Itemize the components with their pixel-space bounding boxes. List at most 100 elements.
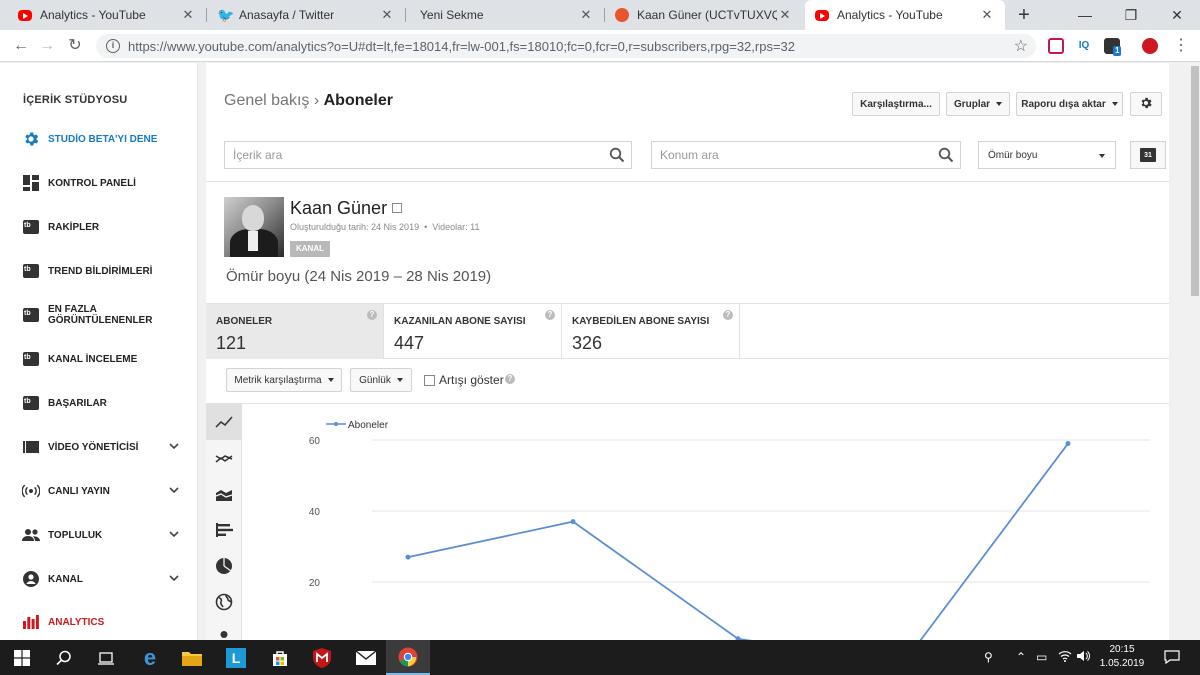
help-icon[interactable]: ? bbox=[367, 310, 377, 320]
bar-chart-icon bbox=[22, 613, 40, 631]
browser-tab[interactable]: Analytics - YouTube ✕ bbox=[8, 0, 206, 30]
help-icon[interactable]: ? bbox=[545, 310, 555, 320]
lightshot-icon[interactable]: L bbox=[214, 640, 258, 675]
close-window-button[interactable]: ✕ bbox=[1154, 0, 1200, 30]
chevron-down-icon[interactable] bbox=[169, 574, 183, 585]
volume-icon[interactable] bbox=[1076, 650, 1090, 665]
person-icon[interactable] bbox=[206, 620, 242, 640]
battery-icon[interactable]: ▭ bbox=[1036, 650, 1047, 664]
taskbar-clock[interactable]: 20:15 1.05.2019 bbox=[1096, 643, 1148, 671]
date-range-value: Ömür boyu bbox=[988, 149, 1038, 161]
breadcrumb-parent-link[interactable]: Genel bakış bbox=[224, 92, 309, 109]
restore-button[interactable]: ❐ bbox=[1108, 0, 1154, 30]
scrollbar-thumb[interactable] bbox=[1191, 66, 1199, 296]
extension-tubebuddy-icon[interactable] bbox=[1142, 38, 1158, 54]
y-tick-label: 20 bbox=[309, 578, 321, 589]
browser-tab[interactable]: Yeni Sekme ✕ bbox=[406, 0, 604, 30]
mail-icon[interactable] bbox=[344, 640, 388, 675]
sidebar-item-live[interactable]: CANLI YAYIN bbox=[0, 471, 197, 511]
sidebar-item-video-manager[interactable]: VİDEO YÖNETİCİSİ bbox=[0, 427, 197, 467]
show-growth-checkbox[interactable] bbox=[424, 375, 435, 386]
page-scrollbar[interactable] bbox=[1190, 63, 1200, 640]
sidebar-item-channel[interactable]: KANAL bbox=[0, 559, 197, 599]
sidebar-item-trend-alerts[interactable]: TREND BİLDİRİMLERİ bbox=[0, 251, 197, 291]
edge-browser-icon[interactable]: e bbox=[128, 640, 172, 675]
sidebar-item-label: CANLI YAYIN bbox=[48, 485, 110, 497]
channel-avatar[interactable] bbox=[224, 197, 284, 257]
back-button[interactable]: ← bbox=[10, 35, 32, 57]
chevron-down-icon[interactable] bbox=[169, 530, 183, 541]
info-icon[interactable]: i bbox=[106, 39, 120, 53]
calendar-button[interactable]: 31 bbox=[1130, 141, 1166, 169]
sidebar-item-studio-beta[interactable]: STUDİO BETA'YI DENE bbox=[0, 119, 197, 159]
browser-tab[interactable]: Kaan Güner (UCTvTUXVQNaW ✕ bbox=[605, 0, 803, 30]
multi-line-icon[interactable] bbox=[206, 440, 242, 476]
browser-tab[interactable]: 🐦 Anasayfa / Twitter ✕ bbox=[207, 0, 405, 30]
mcafee-icon[interactable] bbox=[300, 640, 344, 675]
browser-tab-active[interactable]: Analytics - YouTube ✕ bbox=[805, 0, 1005, 30]
channel-name[interactable]: Kaan Güner bbox=[290, 198, 387, 219]
search-icon[interactable] bbox=[609, 147, 625, 163]
pie-chart-icon[interactable] bbox=[206, 548, 242, 584]
tubebuddy-icon bbox=[22, 394, 40, 412]
task-view-icon[interactable] bbox=[84, 640, 128, 675]
extension-badge-icon[interactable]: 1 bbox=[1104, 38, 1122, 56]
metric-compare-dropdown[interactable]: Metrik karşılaştırma bbox=[226, 368, 342, 392]
sidebar-item-analytics[interactable]: ANALYTICS bbox=[0, 602, 197, 640]
notifications-icon[interactable] bbox=[1164, 650, 1180, 667]
date-range-select[interactable]: Ömür boyu bbox=[978, 141, 1116, 169]
calendar-icon: 31 bbox=[1140, 148, 1156, 162]
menu-icon[interactable]: ⋮ bbox=[1170, 35, 1192, 57]
people-tray-icon[interactable]: ⚲ bbox=[984, 650, 993, 664]
external-link-icon[interactable] bbox=[392, 203, 402, 213]
bookmark-star-icon[interactable]: ☆ bbox=[1014, 36, 1028, 56]
bar-chart-icon[interactable] bbox=[206, 512, 242, 548]
chevron-down-icon[interactable] bbox=[169, 486, 183, 497]
help-icon[interactable]: ? bbox=[505, 374, 515, 384]
close-icon[interactable]: ✕ bbox=[777, 7, 793, 23]
line-chart-icon[interactable] bbox=[206, 404, 242, 440]
sidebar-item-channel-review[interactable]: KANAL İNCELEME bbox=[0, 339, 197, 379]
content-search-input[interactable]: İçerik ara bbox=[224, 141, 632, 169]
close-icon[interactable]: ✕ bbox=[578, 7, 594, 23]
windows-start-icon[interactable] bbox=[0, 640, 44, 675]
settings-button[interactable] bbox=[1130, 92, 1162, 116]
channel-meta: Oluşturulduğu tarih: 24 Nis 2019 • Video… bbox=[290, 222, 479, 232]
store-icon[interactable] bbox=[258, 640, 302, 675]
search-icon[interactable] bbox=[938, 147, 954, 163]
wifi-icon[interactable] bbox=[1058, 650, 1072, 665]
minimize-button[interactable]: — bbox=[1062, 0, 1108, 30]
location-search-input[interactable]: Konum ara bbox=[651, 141, 961, 169]
globe-icon[interactable] bbox=[206, 584, 242, 620]
sidebar-item-competitors[interactable]: RAKİPLER bbox=[0, 207, 197, 247]
reload-button[interactable]: ↻ bbox=[64, 35, 86, 57]
y-tick-label: 40 bbox=[309, 507, 321, 518]
close-icon[interactable]: ✕ bbox=[379, 7, 395, 23]
show-growth-label[interactable]: Artışı göster bbox=[439, 373, 504, 387]
export-report-button[interactable]: Raporu dışa aktar bbox=[1016, 92, 1123, 116]
sidebar-item-community[interactable]: TOPLULUK bbox=[0, 515, 197, 555]
metric-tab-lost[interactable]: KAYBEDİLEN ABONE SAYISI 326 ? bbox=[562, 304, 740, 359]
groups-button[interactable]: Gruplar bbox=[946, 92, 1010, 116]
file-explorer-icon[interactable] bbox=[170, 640, 214, 675]
sidebar-item-most-viewed[interactable]: EN FAZLA GÖRÜNTÜLENENLER bbox=[0, 295, 197, 335]
sidebar-item-achievements[interactable]: BAŞARILAR bbox=[0, 383, 197, 423]
metric-tab-gained[interactable]: KAZANILAN ABONE SAYISI 447 ? bbox=[384, 304, 562, 359]
forward-button[interactable]: → bbox=[36, 35, 58, 57]
help-icon[interactable]: ? bbox=[723, 310, 733, 320]
close-icon[interactable]: ✕ bbox=[979, 7, 995, 23]
chrome-icon[interactable] bbox=[386, 640, 430, 675]
compare-button[interactable]: Karşılaştırma... bbox=[852, 92, 940, 116]
metric-tab-subscribers[interactable]: ABONELER 121 ? bbox=[206, 304, 384, 359]
search-icon[interactable] bbox=[42, 640, 86, 675]
stacked-area-icon[interactable] bbox=[206, 476, 242, 512]
chevron-down-icon[interactable] bbox=[169, 442, 183, 453]
granularity-dropdown[interactable]: Günlük bbox=[350, 368, 412, 392]
extension-iq-icon[interactable]: IQ bbox=[1076, 38, 1092, 54]
show-hidden-icons[interactable]: ⌃ bbox=[1016, 650, 1026, 664]
address-bar[interactable]: i https://www.youtube.com/analytics?o=U#… bbox=[96, 34, 1036, 58]
new-tab-button[interactable]: + bbox=[1014, 4, 1034, 26]
sidebar-item-dashboard[interactable]: KONTROL PANELİ bbox=[0, 163, 197, 203]
extension-shield-icon[interactable] bbox=[1048, 38, 1064, 54]
close-icon[interactable]: ✕ bbox=[180, 7, 196, 23]
